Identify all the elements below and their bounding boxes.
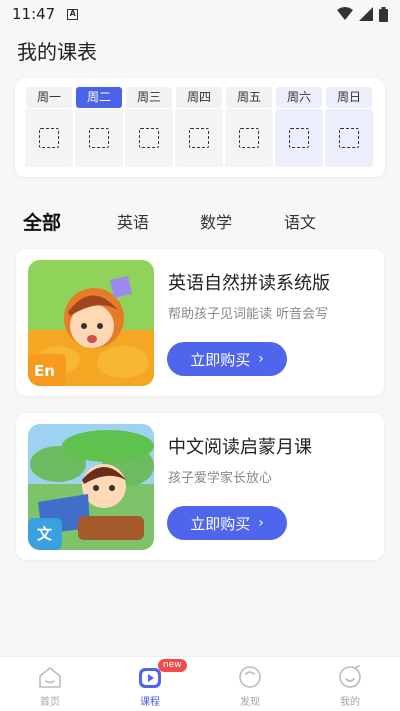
empty-slot[interactable]: [325, 109, 373, 167]
nav-label-discover: 发现: [240, 697, 260, 708]
schedule-card: 周一 周二 周三 周四 周五 周六 周日: [15, 78, 385, 177]
status-time: 11:47: [12, 5, 56, 23]
empty-slot[interactable]: [225, 109, 273, 167]
course-thumbnail-chinese: 文: [28, 424, 154, 550]
course-badge-wen: 文: [37, 525, 53, 543]
empty-slot-placeholder-icon: [89, 128, 109, 148]
course-subtitle: 帮助孩子见词能读 听音会写: [168, 307, 329, 322]
status-bar: 11:47 A: [0, 0, 400, 28]
course-card-english-phonics[interactable]: En 英语自然拼读系统版 帮助孩子见词能读 听音会写 立即购买 ›: [16, 249, 384, 396]
empty-slot-placeholder-icon: [339, 128, 359, 148]
buy-now-label: 立即购买: [190, 514, 251, 533]
empty-slot-placeholder-icon: [139, 128, 159, 148]
empty-slot-placeholder-icon: [239, 128, 259, 148]
empty-slot[interactable]: [275, 109, 323, 167]
buy-now-button[interactable]: 立即购买 ›: [167, 506, 287, 540]
course-card-chinese-reading[interactable]: 文 中文阅读启蒙月课 孩子爱学家长放心 立即购买 ›: [16, 413, 384, 560]
schedule-day-column[interactable]: 周六: [275, 87, 323, 167]
schedule-day-column[interactable]: 周四: [175, 87, 223, 167]
empty-slot[interactable]: [75, 109, 123, 167]
course-title: 英语自然拼读系统版: [168, 273, 330, 294]
course-thumbnail-english: En: [28, 260, 154, 386]
home-icon: [39, 667, 61, 688]
schedule-grid: 周一 周二 周三 周四 周五 周六 周日: [25, 87, 373, 167]
day-label[interactable]: 周二: [76, 87, 122, 108]
chevron-right-icon: ›: [258, 515, 264, 531]
day-label[interactable]: 周一: [26, 87, 72, 108]
course-title: 中文阅读启蒙月课: [168, 437, 312, 458]
new-badge: new: [158, 659, 187, 672]
day-label[interactable]: 周三: [126, 87, 172, 108]
buy-now-button[interactable]: 立即购买 ›: [167, 342, 287, 376]
empty-slot-placeholder-icon: [289, 128, 309, 148]
nav-courses[interactable]: new 课程: [100, 657, 200, 711]
course-badge-en: En: [34, 362, 55, 380]
nav-label-home: 首页: [40, 697, 60, 708]
accessibility-icon: A: [67, 8, 79, 20]
buy-now-label: 立即购买: [190, 350, 251, 369]
wifi-icon: [337, 7, 353, 20]
nav-profile[interactable]: 我的: [300, 657, 400, 711]
profile-icon: [339, 665, 361, 688]
day-label[interactable]: 周六: [276, 87, 322, 108]
discover-icon: [239, 666, 261, 688]
empty-slot[interactable]: [125, 109, 173, 167]
tab-english[interactable]: 英语: [117, 208, 149, 238]
cellular-signal-icon: [359, 7, 373, 21]
tab-all[interactable]: 全部: [23, 208, 61, 238]
course-subtitle: 孩子爱学家长放心: [168, 471, 273, 486]
empty-slot[interactable]: [25, 109, 73, 167]
category-tabs: 全部 英语 数学 语文: [0, 208, 400, 238]
empty-slot-placeholder-icon: [39, 128, 59, 148]
nav-label-courses: 课程: [140, 697, 160, 708]
schedule-day-column[interactable]: 周一: [25, 87, 73, 167]
schedule-day-column[interactable]: 周三: [125, 87, 173, 167]
battery-icon: [379, 6, 388, 22]
day-label[interactable]: 周四: [176, 87, 222, 108]
schedule-day-column[interactable]: 周五: [225, 87, 273, 167]
chevron-right-icon: ›: [258, 351, 264, 367]
day-label[interactable]: 周日: [326, 87, 372, 108]
nav-discover[interactable]: 发现: [200, 657, 300, 711]
empty-slot[interactable]: [175, 109, 223, 167]
tab-math[interactable]: 数学: [200, 208, 232, 238]
tab-chinese[interactable]: 语文: [284, 208, 316, 238]
nav-label-profile: 我的: [340, 697, 360, 708]
page-title: 我的课表: [17, 40, 97, 64]
day-label[interactable]: 周五: [226, 87, 272, 108]
schedule-day-column[interactable]: 周二: [75, 87, 123, 167]
nav-home[interactable]: 首页: [0, 657, 100, 711]
empty-slot-placeholder-icon: [189, 128, 209, 148]
bottom-navigation: 首页 new 课程 发现 我的: [0, 656, 400, 711]
schedule-day-column[interactable]: 周日: [325, 87, 373, 167]
